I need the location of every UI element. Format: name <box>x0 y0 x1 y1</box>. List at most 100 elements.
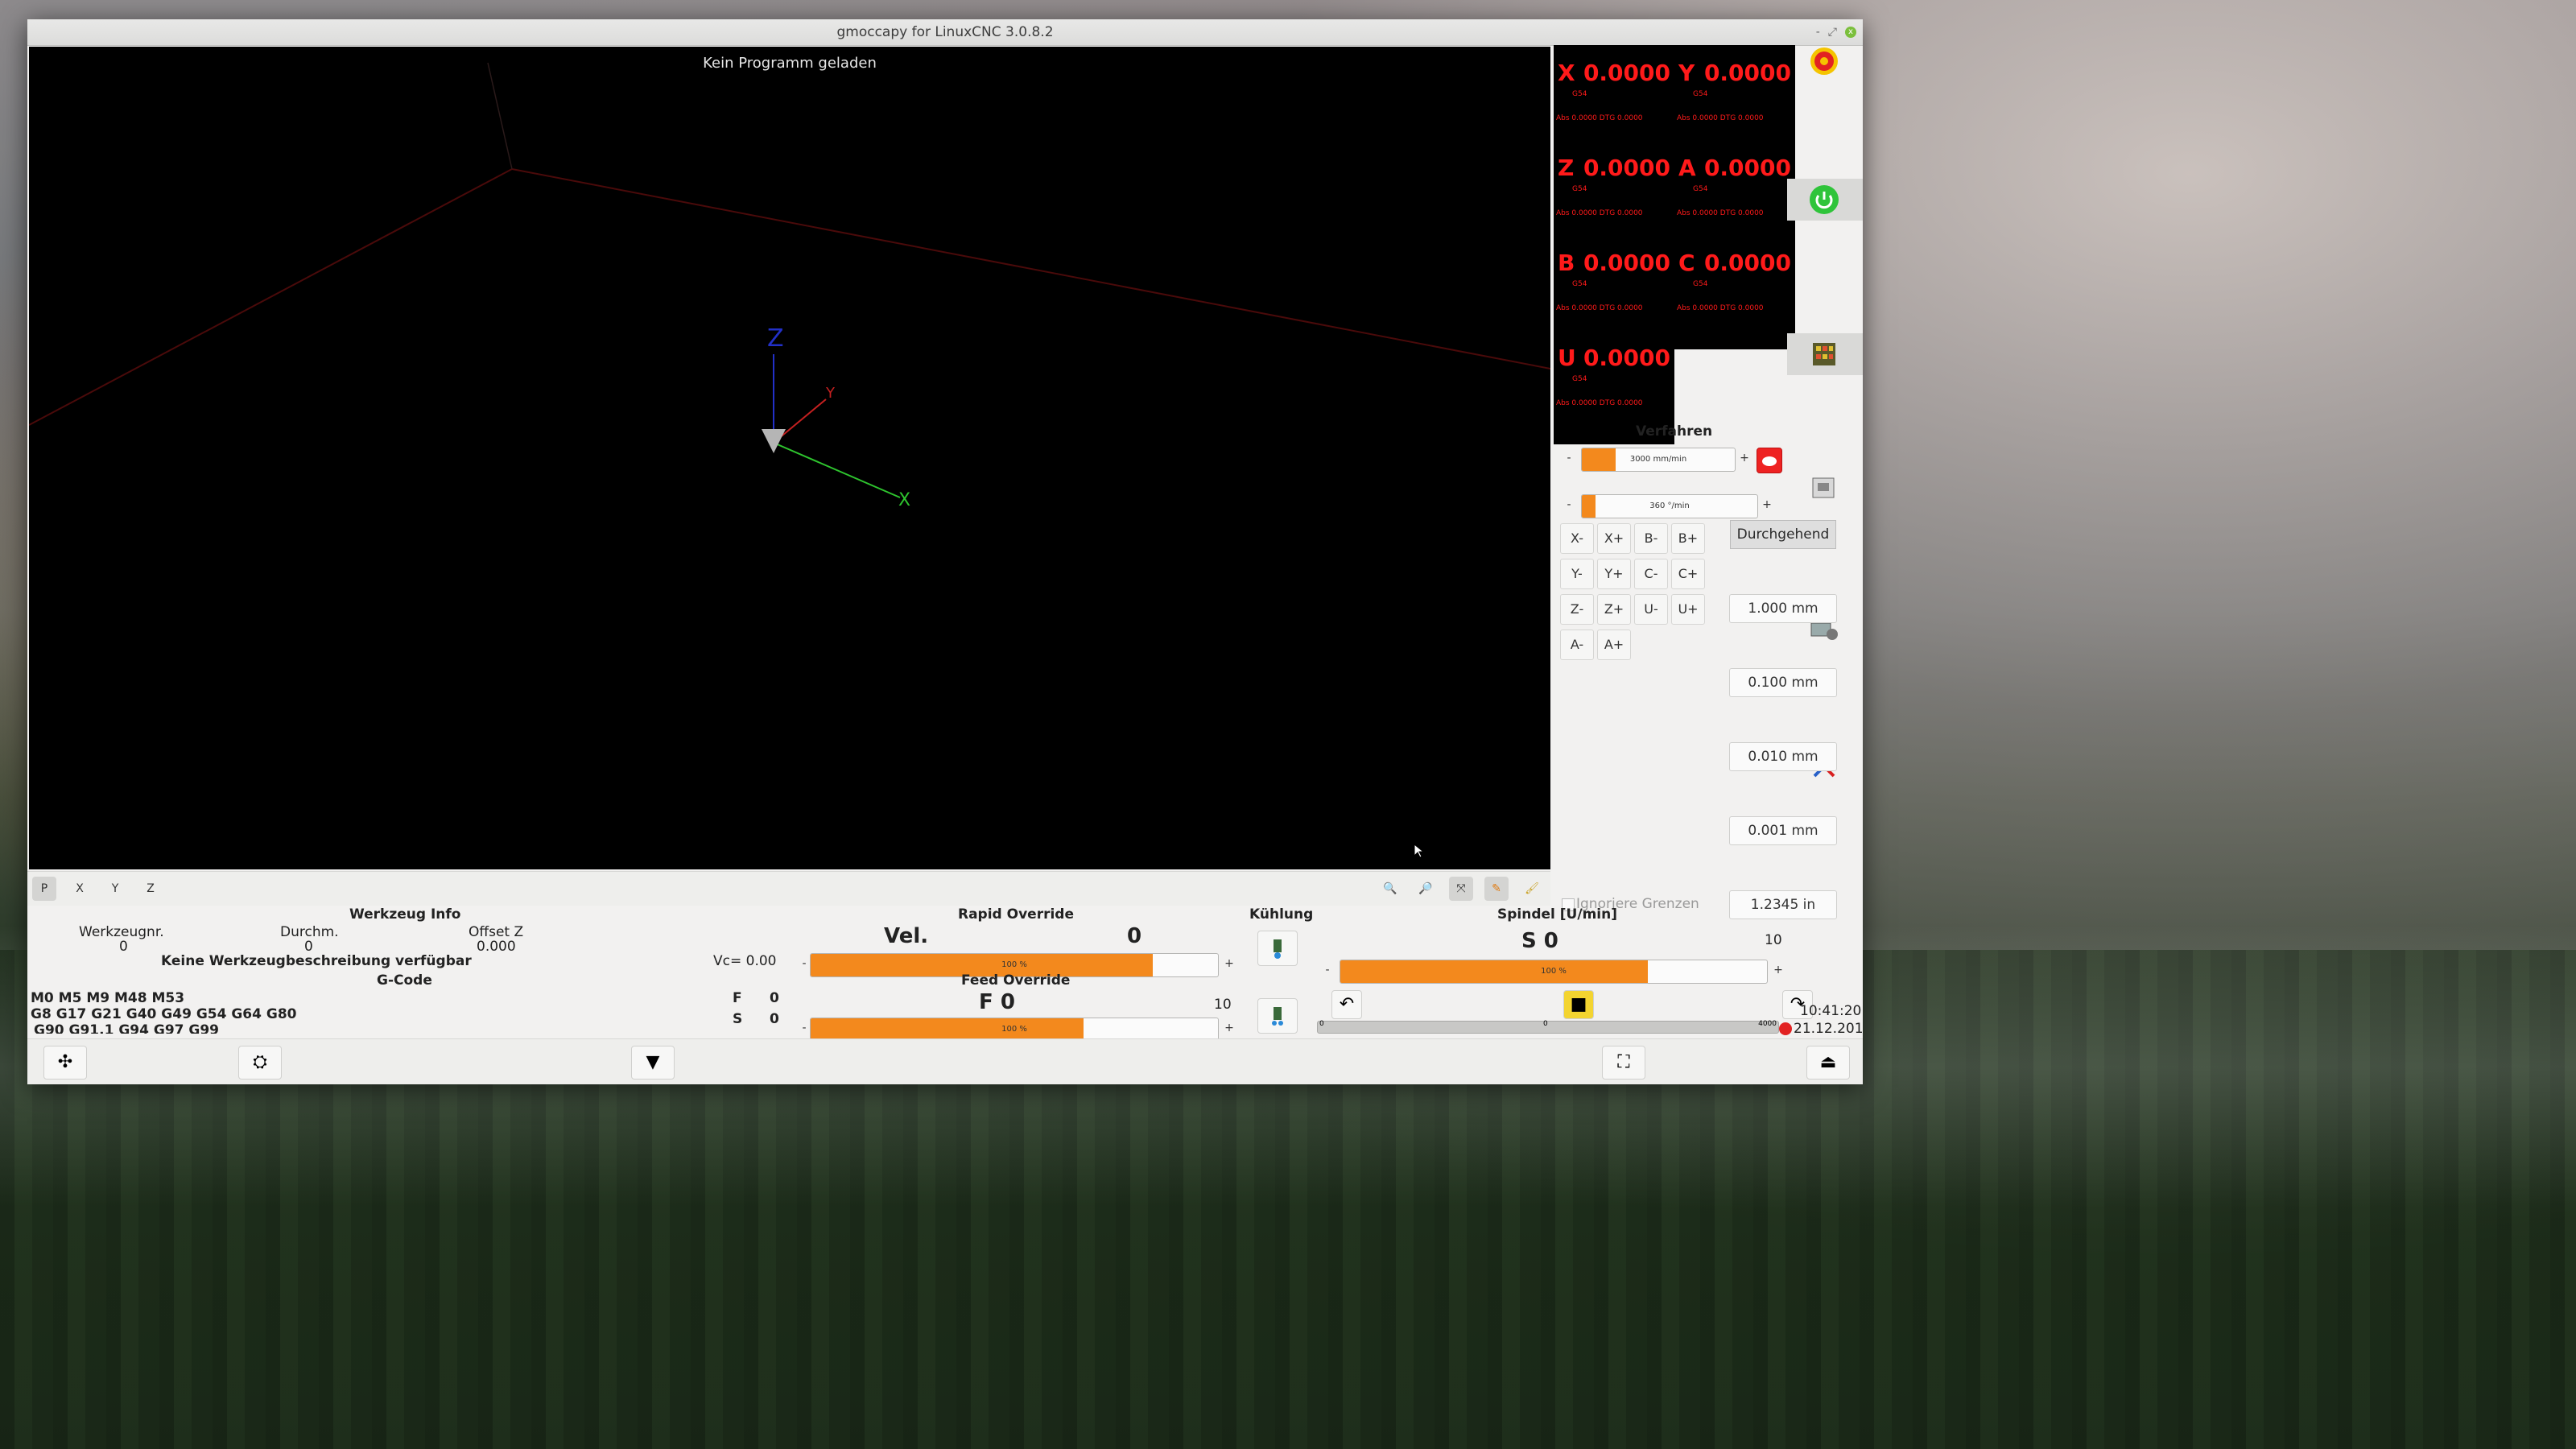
mist-coolant-icon[interactable] <box>1257 998 1298 1034</box>
feed-plus-button[interactable]: + <box>1220 1019 1238 1037</box>
touch-off-icon[interactable]: ⛭ <box>238 1046 282 1080</box>
angular-speed-minus-button[interactable]: - <box>1560 496 1578 514</box>
spindle-speed-scale: 0 0 4000 <box>1317 1020 1779 1034</box>
gremlin-preview[interactable]: Z Y X Kein Programm geladen <box>29 47 1550 869</box>
jog-y-plus-button[interactable]: Y+ <box>1597 559 1631 589</box>
jog-b-plus-button[interactable]: B+ <box>1671 523 1705 554</box>
exit-icon[interactable]: ⏏ <box>1806 1046 1850 1080</box>
view-z-button[interactable]: Z <box>138 877 163 901</box>
linear-speed-plus-button[interactable]: + <box>1736 449 1753 467</box>
dro-axis-label: Z <box>1558 155 1575 181</box>
view-y-button[interactable]: Y <box>103 877 127 901</box>
spindle-speed-value: S 0 <box>1521 929 1558 953</box>
grid-line-top <box>511 168 1550 369</box>
velocity-value: 0 <box>1127 924 1142 948</box>
dro-coord-system: G54 <box>1572 185 1587 193</box>
spindle-override-percent: 100 % <box>1541 967 1567 976</box>
scale-left: 0 <box>1319 1020 1324 1028</box>
spindle-override-slider[interactable]: 100 % <box>1340 960 1768 984</box>
estop-icon[interactable] <box>1806 43 1842 79</box>
spindle-stop-icon[interactable]: ■ <box>1563 990 1594 1019</box>
increment-0.1mm-button[interactable]: 0.100 mm <box>1729 668 1837 697</box>
fullscreen-icon[interactable]: ⛶ <box>1602 1046 1645 1080</box>
jog-b-minus-button[interactable]: B- <box>1634 523 1668 554</box>
dro-a[interactable]: A 0.0000 G54 Abs 0.0000 DTG 0.0000 <box>1675 140 1794 235</box>
increment-0.01mm-button[interactable]: 0.010 mm <box>1729 742 1837 771</box>
dro-abs-dtg: Abs 0.0000 DTG 0.0000 <box>1556 304 1643 312</box>
gcode-f-label: F <box>733 990 742 1006</box>
view-p-button[interactable]: P <box>32 877 56 901</box>
gcode-s-value: 0 <box>770 1011 779 1027</box>
dro-y[interactable]: Y 0.0000 G54 Abs 0.0000 DTG 0.0000 <box>1675 45 1794 140</box>
increment-0.001mm-button[interactable]: 0.001 mm <box>1729 816 1837 845</box>
jog-y-minus-button[interactable]: Y- <box>1560 559 1594 589</box>
dro-z[interactable]: Z 0.0000 G54 Abs 0.0000 DTG 0.0000 <box>1554 140 1674 235</box>
flood-coolant-icon[interactable] <box>1257 931 1298 966</box>
brush-icon[interactable]: 🖌 <box>1520 877 1544 901</box>
tool-number-label: Werkzeugnr. <box>79 924 164 940</box>
dro-u[interactable]: U 0.0000 G54 Abs 0.0000 DTG 0.0000 <box>1554 330 1674 425</box>
jog-a-minus-button[interactable]: A- <box>1560 630 1594 660</box>
feed-value: F 0 <box>979 990 1015 1014</box>
close-button[interactable]: x <box>1845 27 1856 38</box>
x-axis-line <box>773 442 901 498</box>
dro-value: 0.0000 <box>1583 250 1670 276</box>
jog-z-minus-button[interactable]: Z- <box>1560 594 1594 625</box>
dro-value: 0.0000 <box>1583 345 1670 371</box>
program-status: Kein Programm geladen <box>703 55 877 72</box>
dro-b[interactable]: B 0.0000 G54 Abs 0.0000 DTG 0.0000 <box>1554 235 1674 330</box>
jog-c-plus-button[interactable]: C+ <box>1671 559 1705 589</box>
angular-speed-slider[interactable]: 360 °/min <box>1581 494 1758 518</box>
title-bar[interactable]: gmoccapy for LinuxCNC 3.0.8.2 - ⤢ x <box>27 19 1863 46</box>
pencil-icon[interactable]: ✎ <box>1484 877 1509 901</box>
dro-coord-system: G54 <box>1572 280 1587 288</box>
window-title: gmoccapy for LinuxCNC 3.0.8.2 <box>836 24 1054 40</box>
dro-value: 0.0000 <box>1703 155 1791 181</box>
dro-coord-system: G54 <box>1693 280 1708 288</box>
zoom-in-icon[interactable]: 🔍 <box>1378 877 1402 901</box>
app-window: gmoccapy for LinuxCNC 3.0.8.2 - ⤢ x Z Y … <box>27 19 1863 1084</box>
jog-x-minus-button[interactable]: X- <box>1560 523 1594 554</box>
tool-offset-value: 0.000 <box>477 939 516 955</box>
gcode-g-codes-2: G90 G91.1 G94 G97 G99 <box>34 1022 220 1034</box>
rapid-plus-button[interactable]: + <box>1220 955 1238 972</box>
gcode-s-label: S <box>733 1011 743 1027</box>
linear-speed-minus-button[interactable]: - <box>1560 449 1578 467</box>
gcode-m-codes: M0 M5 M9 M48 M53 <box>31 990 185 1006</box>
jog-a-plus-button[interactable]: A+ <box>1597 630 1631 660</box>
dro-c[interactable]: C 0.0000 G54 Abs 0.0000 DTG 0.0000 <box>1675 235 1794 330</box>
maximize-button[interactable]: ⤢ <box>1828 19 1837 45</box>
view-x-button[interactable]: X <box>68 877 92 901</box>
jog-z-plus-button[interactable]: Z+ <box>1597 594 1631 625</box>
increment-1mm-button[interactable]: 1.000 mm <box>1729 594 1837 623</box>
clock-date: 21.12.2019 <box>1794 1021 1863 1037</box>
tool-icon[interactable]: ▼ <box>631 1046 675 1080</box>
dro-x[interactable]: X 0.0000 G54 Abs 0.0000 DTG 0.0000 <box>1554 45 1674 140</box>
tool-offset-label: Offset Z <box>469 924 524 940</box>
jog-x-plus-button[interactable]: X+ <box>1597 523 1631 554</box>
homing-icon[interactable]: ✣ <box>43 1046 87 1080</box>
zoom-out-icon[interactable]: 🔎 <box>1414 877 1438 901</box>
jog-u-plus-button[interactable]: U+ <box>1671 594 1705 625</box>
dro-abs-dtg: Abs 0.0000 DTG 0.0000 <box>1677 209 1764 217</box>
dro-value: 0.0000 <box>1583 60 1670 86</box>
zoom-fit-icon[interactable]: ⤧ <box>1449 877 1473 901</box>
minimize-button[interactable]: - <box>1816 19 1820 45</box>
auto-mode-icon[interactable] <box>1806 470 1842 506</box>
dro-axis-label: B <box>1558 250 1575 276</box>
jog-title: Verfahren <box>1636 423 1713 440</box>
dro-coord-system: G54 <box>1693 185 1708 193</box>
spindle-plus-button[interactable]: + <box>1769 961 1787 979</box>
jog-u-minus-button[interactable]: U- <box>1634 594 1668 625</box>
bottom-bar: ✣ ⛭ ▼ ⛶ ⏏ <box>27 1038 1863 1084</box>
spindle-minus-button[interactable]: - <box>1319 961 1336 979</box>
power-icon[interactable] <box>1806 182 1842 217</box>
increment-inch-button[interactable]: 1.2345 in <box>1729 890 1837 919</box>
angular-speed-plus-button[interactable]: + <box>1758 496 1776 514</box>
spindle-ccw-icon[interactable]: ↶ <box>1331 990 1362 1019</box>
keypad-icon[interactable] <box>1806 336 1842 372</box>
turtle-icon[interactable] <box>1757 448 1782 473</box>
jog-c-minus-button[interactable]: C- <box>1634 559 1668 589</box>
linear-speed-slider[interactable]: 3000 mm/min <box>1581 448 1736 472</box>
dro-axis-label: U <box>1558 345 1576 371</box>
